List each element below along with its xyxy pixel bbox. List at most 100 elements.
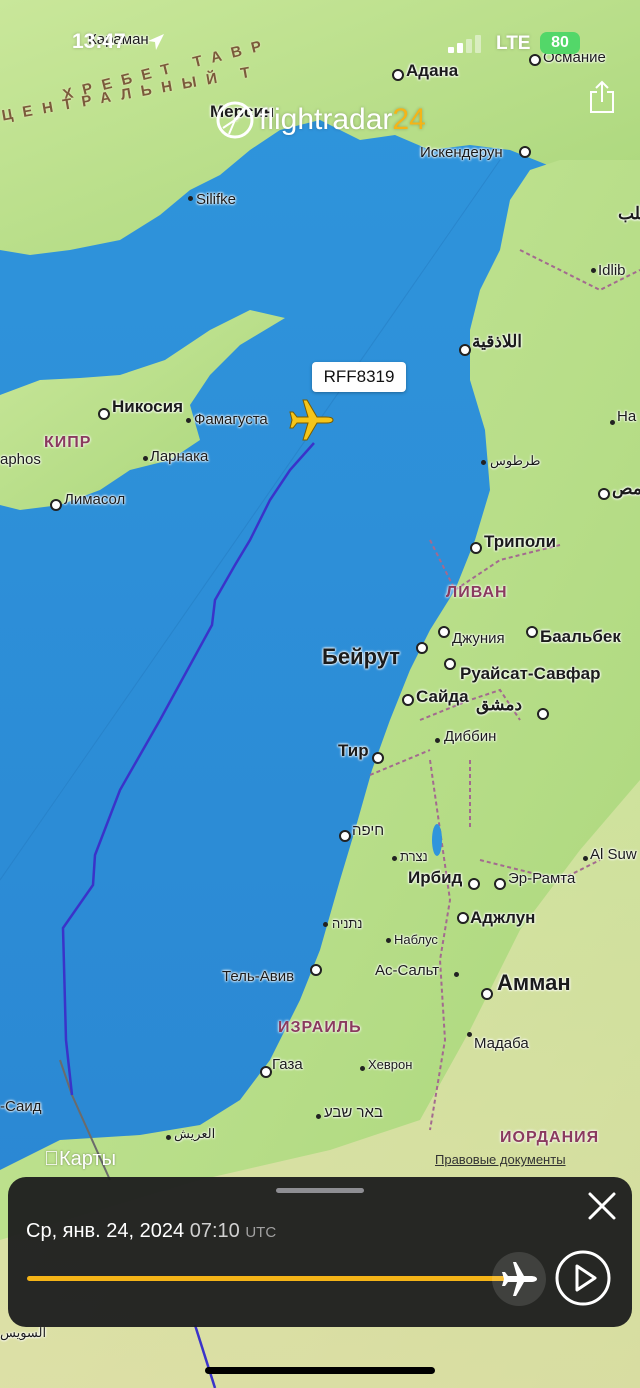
city-tyre: Тир	[338, 741, 369, 760]
city-dot	[537, 708, 549, 720]
city-dot	[315, 1113, 321, 1119]
city-nablus: Наблус	[394, 932, 438, 947]
city-silifke: Silifke	[196, 191, 237, 208]
city-paphos: aphos	[0, 451, 41, 468]
city-iskenderun: Искендерун	[420, 144, 503, 161]
app-logo: flightradar 24	[215, 100, 426, 140]
city-dot	[457, 912, 469, 924]
city-irbid: Ирбид	[408, 868, 463, 887]
city-dot	[526, 626, 538, 638]
city-dot	[459, 344, 471, 356]
city-beersheba: באר שבע	[324, 1104, 383, 1121]
city-dot	[453, 971, 459, 977]
city-el-arish: العريش	[174, 1126, 216, 1141]
playback-date: Ср, янв. 24, 2024	[26, 1220, 185, 1242]
close-icon[interactable]	[586, 1190, 618, 1222]
city-dot	[582, 855, 588, 861]
country-israel: ИЗРАИЛЬ	[278, 1019, 362, 1036]
city-larnaca: Ларнака	[150, 448, 209, 465]
city-limassol: Лимасол	[64, 491, 126, 508]
city-salt: Ас-Сальт	[375, 962, 440, 979]
logo-text: flightradar	[259, 103, 393, 136]
city-dot	[481, 988, 493, 1000]
city-baalbek: Баальбек	[540, 627, 621, 646]
battery-level: 80	[551, 34, 569, 51]
city-beirut: Бейрут	[322, 644, 400, 669]
city-ajloun: Аджлун	[470, 908, 536, 927]
city-ramtha: Эр-Рамта	[508, 870, 576, 887]
city-dot	[165, 1134, 171, 1140]
city-nicosia: Никосия	[112, 397, 183, 416]
city-dot	[50, 499, 62, 511]
city-dot	[466, 1031, 472, 1037]
city-homs: حمص	[612, 479, 640, 498]
city-al-suw: Al Suw	[590, 846, 637, 863]
play-button[interactable]	[555, 1250, 611, 1306]
city-tel-aviv: Тель-Авив	[222, 968, 295, 985]
city-tripoli: Триполи	[484, 532, 557, 551]
radar-logo-icon	[216, 101, 254, 139]
city-dot	[480, 459, 486, 465]
city-dot	[529, 54, 541, 66]
city-dot	[609, 419, 615, 425]
city-dot	[468, 878, 480, 890]
apple-icon: 	[44, 1148, 59, 1170]
lake	[432, 824, 442, 856]
city-dot	[391, 855, 397, 861]
city-dot	[416, 642, 428, 654]
slider-thumb[interactable]	[492, 1252, 546, 1306]
city-dot	[187, 195, 193, 201]
city-dot	[434, 737, 440, 743]
city-hama: На	[617, 408, 637, 425]
battery-indicator: 80	[540, 32, 580, 54]
city-dot	[590, 267, 596, 273]
playback-panel	[8, 1177, 632, 1327]
legal-link[interactable]: Правовые документы	[435, 1152, 566, 1167]
city-gaza: Газа	[272, 1056, 303, 1073]
country-jordan: ИОРДАНИЯ	[500, 1129, 600, 1146]
status-time: 13:47	[72, 30, 126, 53]
plane-thumb-icon	[502, 1262, 537, 1296]
city-dot	[392, 69, 404, 81]
signal-icon	[448, 35, 481, 53]
city-dot	[142, 455, 148, 461]
city-famagusta: Фамагуста	[194, 411, 268, 428]
flight-callsign: RFF8319	[323, 367, 395, 386]
city-amman: Амман	[497, 970, 571, 995]
city-idlib: Idlib	[598, 262, 626, 279]
city-dot	[185, 417, 191, 423]
city-dot	[470, 542, 482, 554]
apple-maps-brand: Карты	[44, 1148, 116, 1171]
city-adana: Адана	[406, 61, 459, 80]
playback-time: 07:10	[189, 1220, 240, 1242]
city-dot	[402, 694, 414, 706]
playback-slider[interactable]	[27, 1276, 512, 1281]
city-saida: Сайда	[416, 687, 469, 706]
logo-accent: 24	[392, 103, 426, 136]
city-netanya: נתניה	[332, 916, 363, 931]
city-hebron: Хеврон	[368, 1057, 413, 1072]
city-dot	[385, 937, 391, 943]
sheet-handle[interactable]	[276, 1188, 364, 1193]
city-madaba: Мадаба	[474, 1035, 529, 1052]
city-dot	[322, 921, 328, 927]
home-indicator[interactable]	[205, 1367, 435, 1374]
aircraft-icon[interactable]	[284, 393, 338, 447]
share-icon[interactable]	[588, 80, 616, 114]
city-dot	[359, 1065, 365, 1071]
city-dot	[98, 408, 110, 420]
city-jounieh: Джуния	[452, 630, 505, 647]
city-rouaisset: Руайсат-Савфар	[460, 664, 601, 683]
city-alep: حلب	[618, 204, 640, 223]
city-tartus: طرطوس	[490, 453, 541, 468]
city-dibbin: Диббин	[444, 728, 497, 745]
city-dot	[260, 1066, 272, 1078]
city-haifa: חיפה	[352, 822, 385, 839]
city-damascus: دمشق	[476, 695, 523, 714]
city-suez: السويس	[0, 1325, 47, 1340]
flight-callout[interactable]: RFF8319	[312, 362, 406, 392]
city-dot	[438, 626, 450, 638]
playback-datetime: Ср, янв. 24, 2024 07:10 UTC	[26, 1220, 276, 1243]
city-port-said: -Саид	[0, 1098, 42, 1115]
city-dot	[444, 658, 456, 670]
